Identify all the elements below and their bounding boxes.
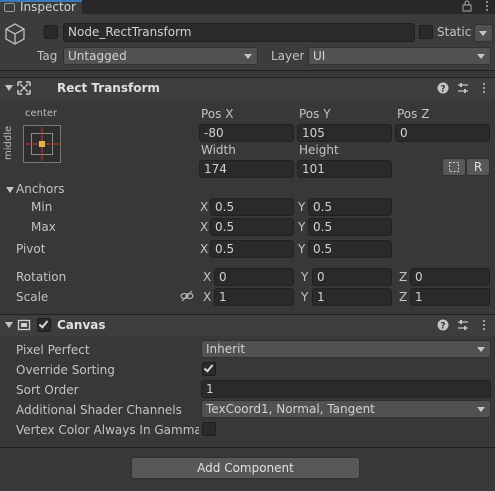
width-label: Width — [201, 143, 236, 157]
anchor-preset-vertical-label: middle — [3, 125, 14, 160]
rect-transform-icon — [17, 81, 31, 95]
canvas-help-icon[interactable]: ? — [437, 319, 449, 331]
canvas-presets-icon[interactable] — [457, 319, 469, 331]
pixel-perfect-label: Pixel Perfect — [16, 343, 90, 357]
active-checkbox[interactable] — [44, 25, 58, 39]
pos-x-field[interactable]: -80 — [199, 124, 294, 142]
anchor-max-y-axis: Y — [298, 220, 306, 234]
components-divider — [0, 447, 495, 448]
more-options-icon[interactable] — [482, 0, 492, 12]
pos-y-label: Pos Y — [299, 107, 331, 121]
rotation-z-field[interactable]: 0 — [410, 268, 490, 286]
pivot-y-axis: Y — [298, 242, 306, 256]
raw-edit-button[interactable]: R — [466, 158, 490, 176]
svg-text:?: ? — [440, 322, 445, 332]
rotation-label: Rotation — [16, 270, 67, 284]
shader-channels-value: TexCoord1, Normal, Tangent — [206, 402, 375, 416]
presets-icon[interactable] — [457, 82, 469, 94]
height-field[interactable]: 101 — [297, 160, 392, 178]
tag-dropdown[interactable]: Untagged — [63, 47, 258, 65]
object-name-field[interactable]: Node_RectTransform — [63, 23, 415, 42]
pivot-x-field[interactable]: 0.5 — [210, 240, 294, 258]
rect-transform-title: Rect Transform — [57, 81, 160, 95]
scale-z-axis: Z — [399, 290, 408, 304]
pixel-perfect-value: Inherit — [206, 342, 246, 356]
vertex-color-checkbox[interactable] — [202, 422, 216, 436]
svg-text:?: ? — [440, 85, 445, 95]
layer-value: UI — [313, 49, 326, 63]
static-checkbox[interactable] — [419, 25, 433, 39]
foldout-arrow-icon[interactable] — [4, 83, 14, 93]
rotation-y-axis: Y — [301, 270, 309, 284]
anchor-max-x-field[interactable]: 0.5 — [210, 218, 294, 236]
tag-label: Tag — [37, 49, 58, 63]
pos-y-field[interactable]: 105 — [297, 124, 392, 142]
override-sorting-label: Override Sorting — [16, 363, 115, 377]
anchor-max-label: Max — [31, 220, 56, 234]
tab-inspector[interactable]: Inspector — [0, 0, 82, 14]
pivot-label: Pivot — [16, 242, 46, 256]
canvas-title: Canvas — [57, 318, 106, 332]
shader-channels-label: Additional Shader Channels — [16, 403, 182, 417]
canvas-foldout-arrow-icon[interactable] — [4, 320, 14, 330]
vertex-color-label: Vertex Color Always In Gamma C — [16, 423, 199, 437]
pivot-y-field[interactable]: 0.5 — [308, 240, 392, 258]
sort-order-field[interactable]: 1 — [201, 380, 491, 398]
anchor-min-x-field[interactable]: 0.5 — [210, 198, 294, 216]
rotation-z-axis: Z — [399, 270, 408, 284]
pixel-perfect-dropdown[interactable]: Inherit — [201, 340, 491, 358]
add-component-button[interactable]: Add Component — [131, 457, 360, 479]
gameobject-cube-icon — [5, 23, 25, 45]
layer-dropdown[interactable]: UI — [308, 47, 491, 65]
inspector-icon — [4, 3, 15, 12]
canvas-component-menu-icon[interactable] — [480, 319, 488, 331]
anchors-foldout-icon[interactable] — [5, 185, 15, 195]
pos-z-field[interactable]: 0 — [395, 124, 490, 142]
shader-channels-dropdown[interactable]: TexCoord1, Normal, Tangent — [201, 400, 491, 418]
anchor-max-x-axis: X — [200, 220, 209, 234]
scale-x-axis: X — [203, 290, 212, 304]
rotation-x-axis: X — [203, 270, 212, 284]
canvas-icon — [17, 319, 31, 331]
width-field[interactable]: 174 — [199, 160, 294, 178]
tab-inspector-label: Inspector — [20, 0, 76, 14]
rotation-x-field[interactable]: 0 — [214, 268, 294, 286]
canvas-enabled-checkbox[interactable] — [37, 318, 51, 332]
constrain-proportions-icon[interactable] — [180, 290, 194, 302]
scale-z-field[interactable]: 1 — [410, 288, 490, 306]
anchor-min-y-field[interactable]: 0.5 — [308, 198, 392, 216]
static-dropdown[interactable] — [474, 24, 493, 42]
anchor-max-y-field[interactable]: 0.5 — [308, 218, 392, 236]
lock-icon[interactable] — [461, 0, 473, 12]
anchors-label: Anchors — [16, 182, 65, 196]
help-icon[interactable]: ? — [437, 82, 449, 94]
anchor-preset-horizontal-label: center — [25, 108, 58, 119]
sort-order-label: Sort Order — [16, 383, 79, 397]
scale-x-field[interactable]: 1 — [214, 288, 294, 306]
scale-y-field[interactable]: 1 — [312, 288, 392, 306]
anchor-min-x-axis: X — [200, 200, 209, 214]
pivot-x-axis: X — [200, 242, 209, 256]
rotation-y-field[interactable]: 0 — [312, 268, 392, 286]
anchor-min-y-axis: Y — [298, 200, 306, 214]
blueprint-mode-button[interactable] — [442, 158, 466, 176]
tag-value: Untagged — [68, 49, 127, 63]
pos-z-label: Pos Z — [397, 107, 430, 121]
anchor-preset-button[interactable] — [23, 125, 61, 163]
static-label: Static — [437, 25, 472, 39]
blueprint-icon — [449, 162, 459, 172]
override-sorting-checkbox[interactable] — [202, 362, 216, 376]
scale-y-axis: Y — [301, 290, 309, 304]
height-label: Height — [299, 143, 339, 157]
scale-label: Scale — [16, 290, 49, 304]
anchor-min-label: Min — [31, 200, 53, 214]
layer-label: Layer — [271, 49, 305, 63]
pos-x-label: Pos X — [201, 107, 234, 121]
component-menu-icon[interactable] — [480, 82, 488, 94]
